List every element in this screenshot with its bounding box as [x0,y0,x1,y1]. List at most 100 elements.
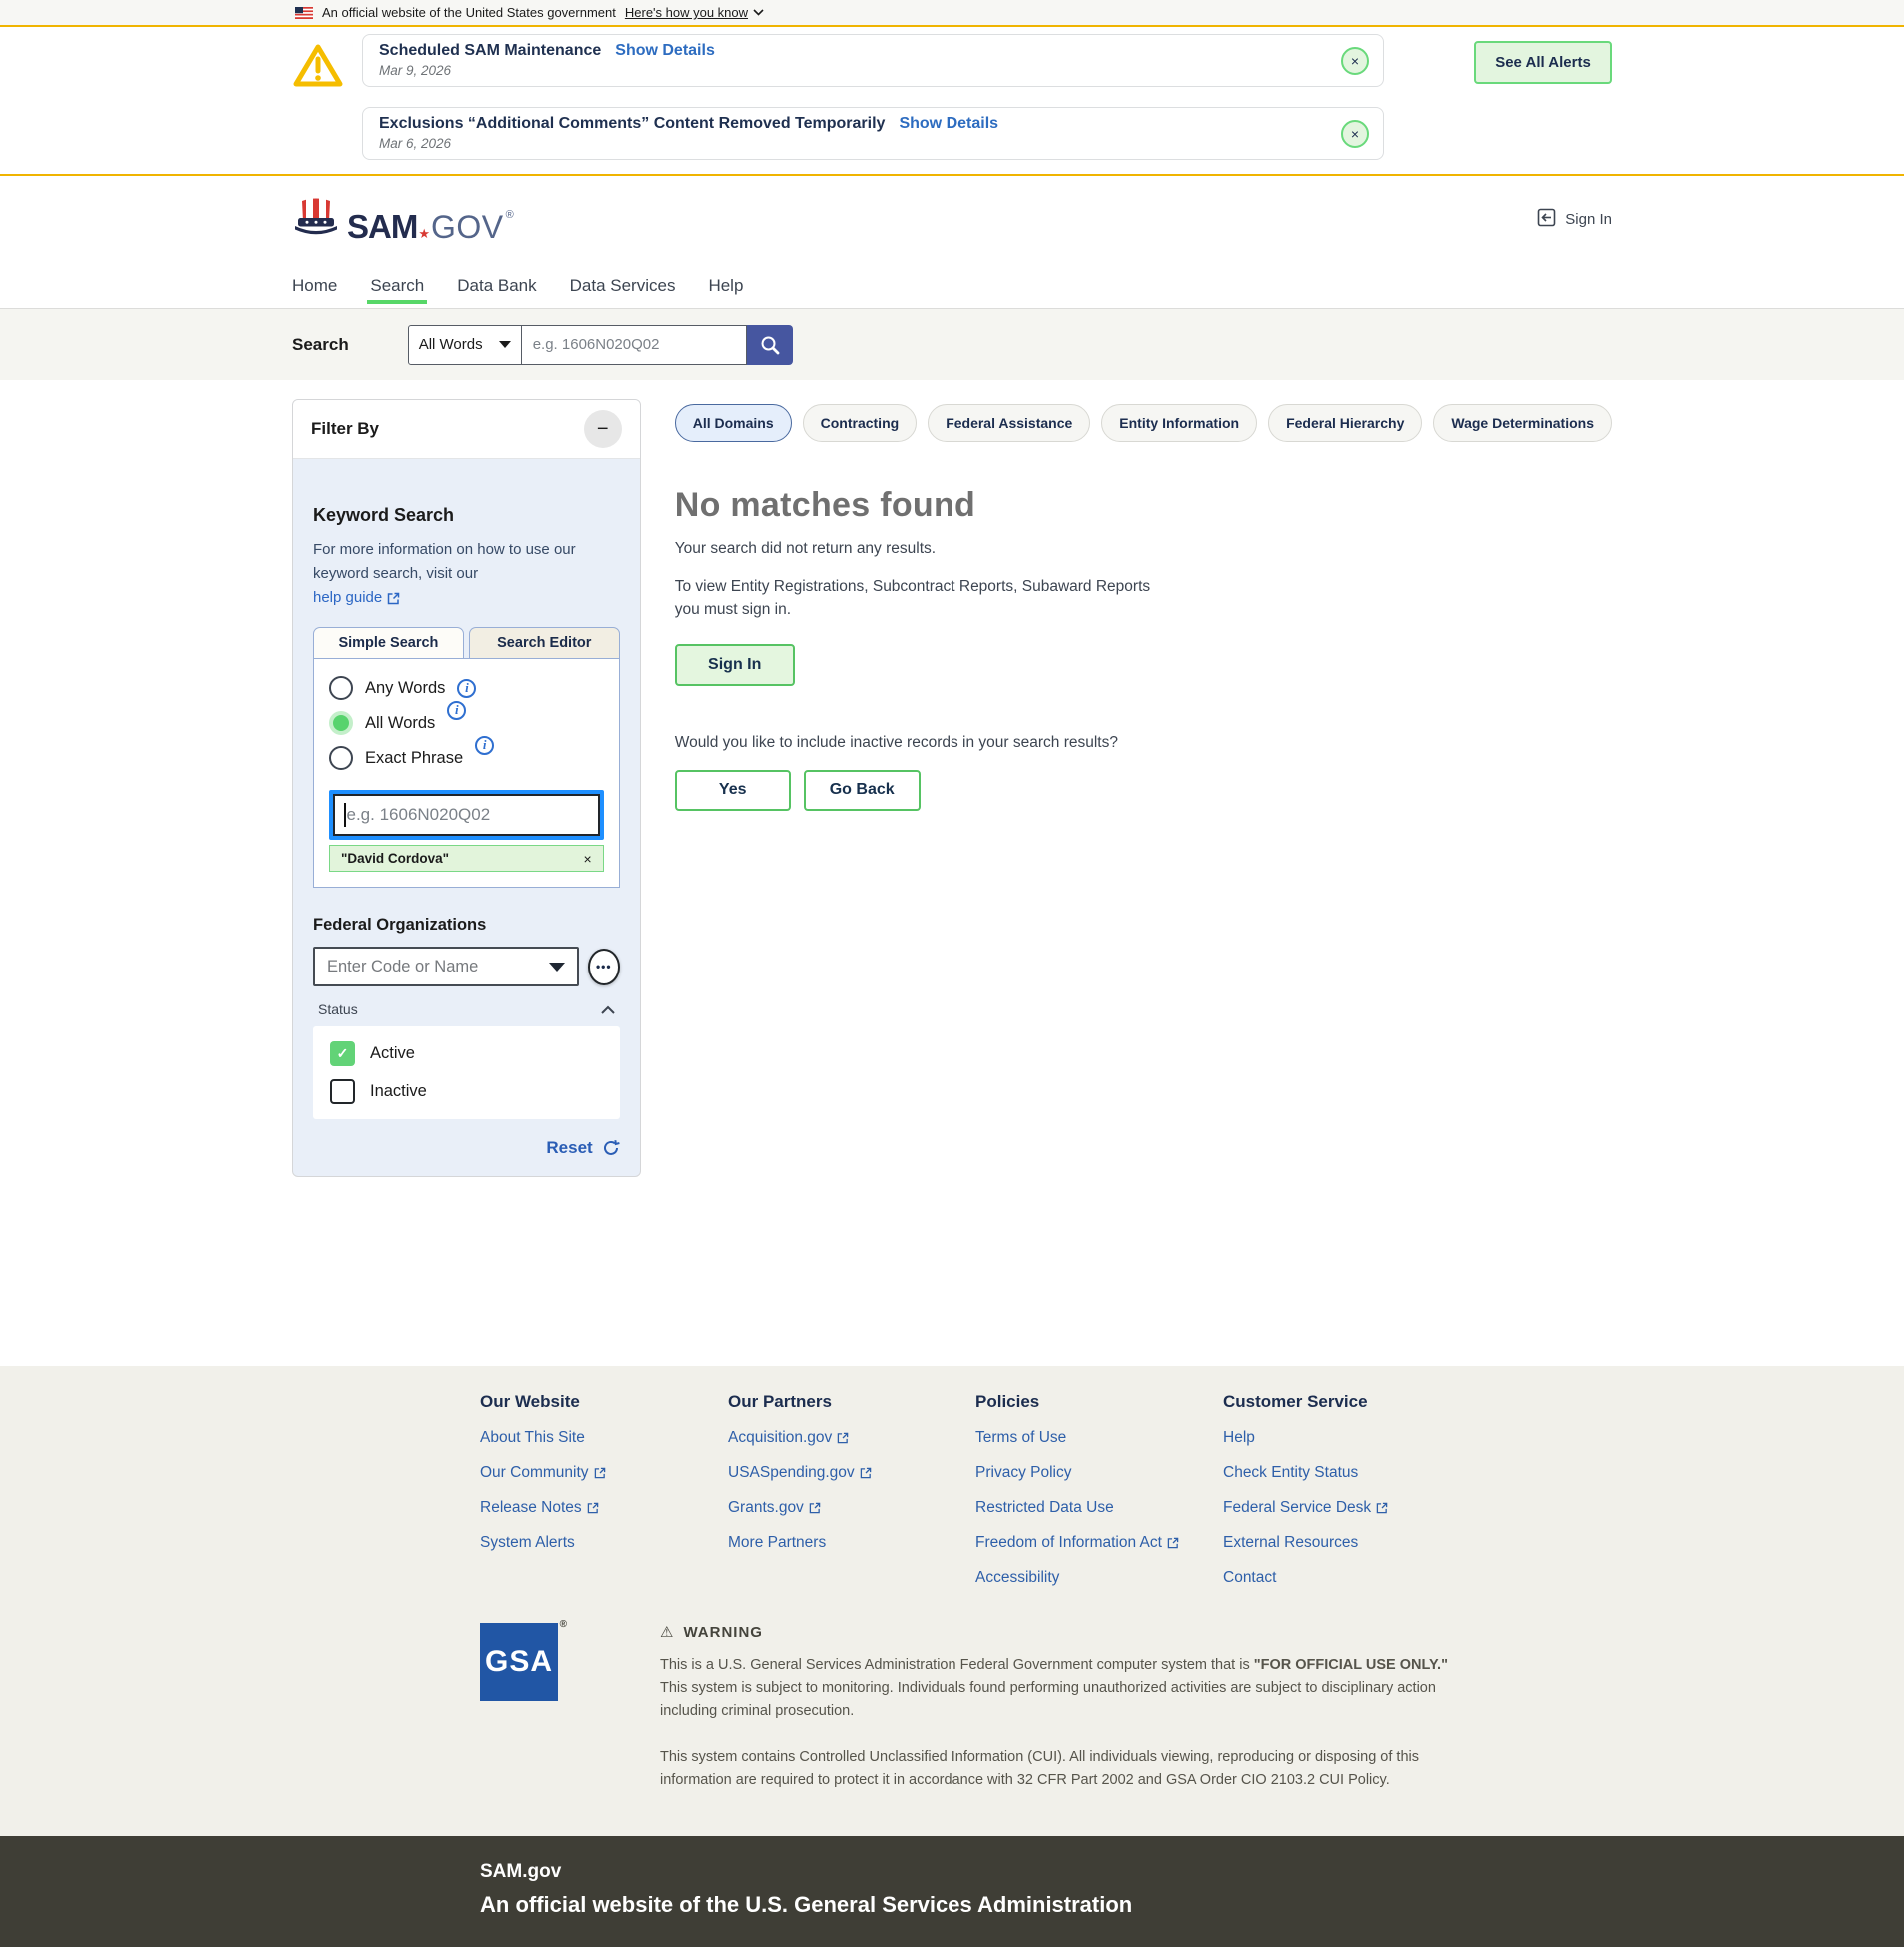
filter-panel-body: Keyword Search For more information on h… [293,459,640,1176]
collapse-filters-button[interactable]: − [584,410,622,448]
radio-any-words[interactable] [329,676,353,700]
system-warning-block: ⚠ WARNING This is a U.S. General Service… [660,1623,1454,1792]
collapse-status-button[interactable] [601,1005,615,1014]
domain-tab-federal-assistance[interactable]: Federal Assistance [928,404,1090,442]
warning-title: WARNING [683,1624,763,1641]
external-link-icon [594,1467,606,1479]
nav-item-data-bank[interactable]: Data Bank [457,263,536,308]
nav-item-home[interactable]: Home [292,263,337,308]
footer-link-check-entity-status[interactable]: Check Entity Status [1223,1464,1471,1482]
status-section-header: Status [313,1001,620,1017]
alerts-section: Scheduled SAM MaintenanceShow Details Ma… [0,27,1904,176]
info-icon[interactable]: i [457,679,476,698]
alert-date: Mar 9, 2026 [379,63,1327,78]
gsa-logo: GSA ® [480,1623,558,1701]
checkbox-inactive[interactable] [330,1079,355,1104]
alert-title: Exclusions “Additional Comments” Content… [379,115,885,132]
external-link-icon [837,1432,849,1444]
warning-paragraph-2: This system contains Controlled Unclassi… [660,1746,1454,1792]
external-link-icon [587,1502,599,1514]
sign-in-button[interactable]: Sign In [675,644,795,686]
reset-filters-link[interactable]: Reset [546,1138,592,1158]
footer-column-our-partners: Our Partners Acquisition.gov USASpending… [728,1392,975,1587]
federal-organizations-placeholder: Enter Code or Name [327,958,478,976]
footer-link-system-alerts[interactable]: System Alerts [480,1534,728,1552]
alert-show-details-link[interactable]: Show Details [615,42,715,59]
footer-link-usaspending-gov[interactable]: USASpending.gov [728,1464,975,1482]
header-sign-in-link[interactable]: Sign In [1537,208,1612,231]
footer-link-terms-of-use[interactable]: Terms of Use [975,1429,1223,1447]
domain-tab-contracting[interactable]: Contracting [803,404,918,442]
nav-item-data-services[interactable]: Data Services [570,263,676,308]
footer-column-heading: Our Website [480,1392,728,1412]
search-submit-button[interactable] [747,325,793,365]
more-options-button[interactable]: ••• [588,949,620,985]
domain-tab-federal-hierarchy[interactable]: Federal Hierarchy [1268,404,1422,442]
footer-link-federal-service-desk[interactable]: Federal Service Desk [1223,1499,1471,1517]
warning-paragraph-1: This is a U.S. General Services Administ… [660,1654,1454,1724]
info-icon[interactable]: i [475,736,494,755]
search-mode-select[interactable]: All Words [408,325,522,365]
footer-link-accessibility[interactable]: Accessibility [975,1569,1223,1587]
uncle-sam-hat-icon [292,196,340,243]
footer-link-about-this-site[interactable]: About This Site [480,1429,728,1447]
alert-show-details-link[interactable]: Show Details [899,115,998,132]
top-search-input[interactable] [522,325,747,365]
see-all-alerts-button[interactable]: See All Alerts [1474,41,1612,84]
text-cursor [344,803,346,827]
checkbox-active-label: Active [370,1044,415,1063]
radio-all-words[interactable] [329,711,353,735]
alert-close-icon[interactable]: × [1341,120,1369,148]
keyword-input-placeholder: e.g. 1606N020Q02 [347,805,491,825]
reset-refresh-icon[interactable] [602,1139,620,1157]
keyword-search-input[interactable]: e.g. 1606N020Q02 [333,794,600,836]
alert-close-icon[interactable]: × [1341,47,1369,75]
domain-tab-entity-information[interactable]: Entity Information [1101,404,1257,442]
footer-link-foia[interactable]: Freedom of Information Act [975,1534,1223,1552]
footer-link-our-community[interactable]: Our Community [480,1464,728,1482]
footer-link-contact[interactable]: Contact [1223,1569,1471,1587]
footer-dark-bar: SAM.gov An official website of the U.S. … [0,1836,1904,1947]
federal-organizations-combobox[interactable]: Enter Code or Name [313,947,579,986]
footer-link-release-notes[interactable]: Release Notes [480,1499,728,1517]
domain-tab-wage-determinations[interactable]: Wage Determinations [1433,404,1612,442]
footer-column-customer-service: Customer Service Help Check Entity Statu… [1223,1392,1471,1587]
yes-button[interactable]: Yes [675,770,791,811]
gsa-registered-mark: ® [560,1619,568,1630]
tab-simple-search[interactable]: Simple Search [313,627,464,658]
tab-search-editor[interactable]: Search Editor [469,627,620,658]
nav-item-search[interactable]: Search [370,263,424,308]
chip-remove-icon[interactable]: × [584,851,592,867]
keyword-info-text: For more information on how to use our k… [313,538,620,610]
help-guide-link[interactable]: help guide [313,586,400,610]
footer-column-policies: Policies Terms of Use Privacy Policy Res… [975,1392,1223,1587]
footer-column-heading: Policies [975,1392,1223,1412]
domain-tab-all-domains[interactable]: All Domains [675,404,792,442]
footer-link-more-partners[interactable]: More Partners [728,1534,975,1552]
info-icon[interactable]: i [447,701,466,720]
radio-any-words-label: Any Words [365,679,445,698]
simple-search-content: Any Words i All Words i Exact Phrase i [313,658,620,888]
sam-gov-logo[interactable]: SAM ★ GOV ® [292,196,514,243]
nav-item-help[interactable]: Help [708,263,743,308]
checkbox-active[interactable]: ✓ [330,1041,355,1066]
footer-link-restricted-data-use[interactable]: Restricted Data Use [975,1499,1223,1517]
keyword-search-heading: Keyword Search [313,505,620,526]
go-back-button[interactable]: Go Back [804,770,921,811]
banner-how-you-know-link[interactable]: Here's how you know [625,5,764,20]
footer-link-external-resources[interactable]: External Resources [1223,1534,1471,1552]
footer-link-privacy-policy[interactable]: Privacy Policy [975,1464,1223,1482]
footer-link-help[interactable]: Help [1223,1429,1471,1447]
footer-official-line: An official website of the U.S. General … [480,1892,1904,1918]
sign-in-icon [1537,208,1556,231]
footer-link-acquisition-gov[interactable]: Acquisition.gov [728,1429,975,1447]
footer-link-grants-gov[interactable]: Grants.gov [728,1499,975,1517]
keyword-search-tabs: Simple Search Search Editor [313,627,620,658]
alert-date: Mar 6, 2026 [379,136,1327,151]
chevron-up-icon [601,1005,615,1014]
search-band-label: Search [292,335,349,355]
radio-exact-phrase[interactable] [329,746,353,770]
no-matches-heading: No matches found [675,486,1612,525]
footer-column-heading: Our Partners [728,1392,975,1412]
alert-card-exclusions: Exclusions “Additional Comments” Content… [362,107,1384,160]
